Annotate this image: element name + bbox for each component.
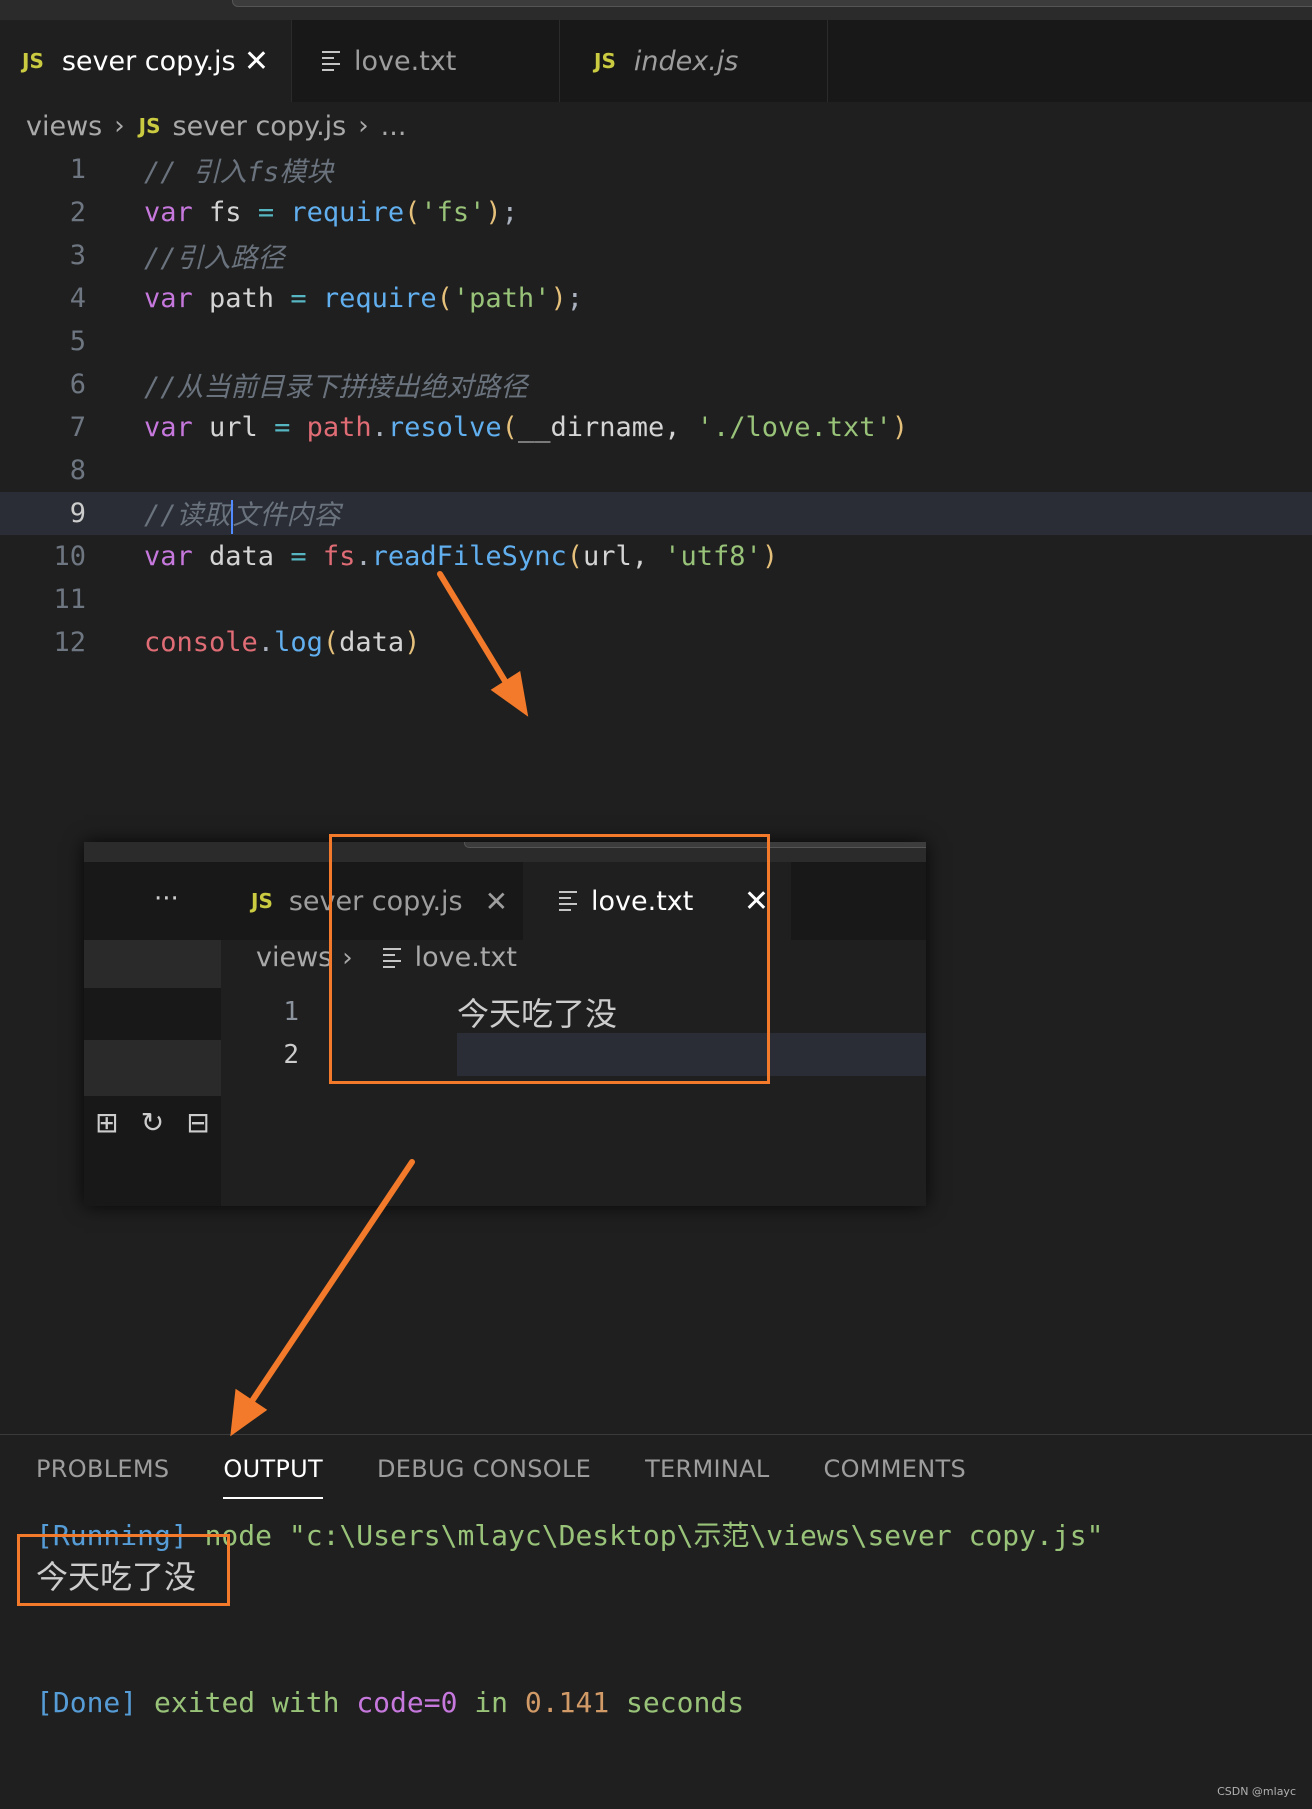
- tab-label: index.js: [633, 45, 739, 77]
- line-number: 1: [69, 154, 86, 185]
- code-text: var data = fs.readFileSync(url, 'utf8'): [144, 541, 779, 572]
- highlight-box: [17, 1534, 230, 1606]
- code-editor[interactable]: 1 // 引入fs模块 2 var fs = require('fs'); 3 …: [0, 148, 1312, 664]
- code-line[interactable]: 7 var url = path.resolve(__dirname, './l…: [0, 406, 1312, 449]
- more-icon[interactable]: ···: [154, 884, 179, 914]
- output-done-line: [Done] exited with code=0 in 0.141 secon…: [36, 1686, 745, 1719]
- line-number: 4: [69, 283, 86, 314]
- tab-sever-copy-js[interactable]: JS sever copy.js ✕: [0, 20, 292, 102]
- arrow-head: [490, 671, 529, 717]
- code-line[interactable]: 6 //从当前目录下拼接出绝对路径: [0, 363, 1312, 406]
- breadcrumb: views › JS sever copy.js › ...: [26, 106, 406, 146]
- explorer-actions: ⊞ ↻ ⊟: [84, 1098, 221, 1146]
- code-line[interactable]: 5: [0, 320, 1312, 363]
- code-line[interactable]: 4 var path = require('path');: [0, 277, 1312, 320]
- code-comment: //读取文件内容: [144, 493, 341, 534]
- new-file-icon[interactable]: ⊞: [95, 1106, 118, 1139]
- code-line[interactable]: 1 // 引入fs模块: [0, 148, 1312, 191]
- js-icon: JS: [594, 49, 616, 73]
- text-file-icon: [322, 47, 340, 75]
- collapse-icon[interactable]: ⊟: [186, 1106, 209, 1139]
- tab-problems[interactable]: PROBLEMS: [36, 1455, 169, 1499]
- tab-debug-console[interactable]: DEBUG CONSOLE: [377, 1455, 591, 1499]
- tab-comments[interactable]: COMMENTS: [824, 1455, 966, 1499]
- watermark: CSDN @mlayc: [1217, 1785, 1296, 1798]
- code-comment: // 引入fs模块: [144, 157, 334, 188]
- editor-tab-bar: JS sever copy.js ✕ love.txt JS index.js: [0, 20, 1312, 102]
- sidebar-row: [84, 940, 221, 988]
- line-number: 7: [69, 412, 86, 443]
- window-top-strip: [0, 0, 1312, 20]
- breadcrumb-folder[interactable]: views: [256, 942, 332, 973]
- tab-love-txt[interactable]: love.txt: [292, 20, 560, 102]
- chevron-right-icon: ›: [114, 111, 125, 141]
- line-number: 2: [283, 1039, 299, 1070]
- line-number: 12: [53, 627, 86, 658]
- line-number: 6: [69, 369, 86, 400]
- inset-sidebar: ···: [84, 862, 221, 1206]
- js-icon: JS: [22, 49, 44, 73]
- title-bar: [232, 0, 1312, 7]
- sidebar-row: [84, 1040, 221, 1096]
- code-text: var fs = require('fs');: [144, 197, 518, 228]
- line-number: 3: [69, 240, 86, 271]
- code-line[interactable]: 11: [0, 578, 1312, 621]
- tab-label: love.txt: [354, 45, 457, 77]
- code-text: var path = require('path');: [144, 283, 583, 314]
- code-line[interactable]: 3 //引入路径: [0, 234, 1312, 277]
- code-line[interactable]: 10 var data = fs.readFileSync(url, 'utf8…: [0, 535, 1312, 578]
- breadcrumb-more[interactable]: ...: [381, 111, 407, 142]
- code-line[interactable]: 2 var fs = require('fs');: [0, 191, 1312, 234]
- refresh-icon[interactable]: ↻: [141, 1106, 164, 1139]
- tab-output[interactable]: OUTPUT: [223, 1455, 324, 1499]
- line-number: 11: [53, 584, 86, 615]
- code-line-current[interactable]: 9 //读取文件内容: [0, 492, 1312, 535]
- line-number: 8: [69, 455, 86, 486]
- js-icon: JS: [138, 114, 161, 138]
- highlight-box: [329, 834, 770, 1084]
- code-comment: //从当前目录下拼接出绝对路径: [144, 372, 528, 403]
- arrow-head: [230, 1388, 268, 1437]
- bottom-panel: PROBLEMS OUTPUT DEBUG CONSOLE TERMINAL C…: [0, 1434, 1312, 1809]
- code-text: var url = path.resolve(__dirname, './lov…: [144, 412, 909, 443]
- breadcrumb-folder[interactable]: views: [26, 111, 102, 142]
- code-line[interactable]: 8: [0, 449, 1312, 492]
- line-number: 2: [69, 197, 86, 228]
- tab-terminal[interactable]: TERMINAL: [645, 1455, 769, 1499]
- code-text: console.log(data): [144, 627, 421, 658]
- chevron-right-icon: ›: [358, 111, 369, 141]
- line-number: 9: [69, 498, 86, 529]
- panel-tabs: PROBLEMS OUTPUT DEBUG CONSOLE TERMINAL C…: [36, 1455, 1020, 1499]
- line-number: 10: [53, 541, 86, 572]
- code-comment: //引入路径: [144, 243, 285, 274]
- tab-label: sever copy.js: [61, 45, 236, 77]
- js-icon: JS: [251, 889, 273, 913]
- code-line[interactable]: 12 console.log(data): [0, 621, 1312, 664]
- close-icon[interactable]: ✕: [244, 44, 269, 79]
- line-number: 1: [283, 996, 299, 1027]
- breadcrumb-file[interactable]: sever copy.js: [173, 111, 347, 142]
- tab-index-js[interactable]: JS index.js: [560, 20, 828, 102]
- line-number: 5: [69, 326, 86, 357]
